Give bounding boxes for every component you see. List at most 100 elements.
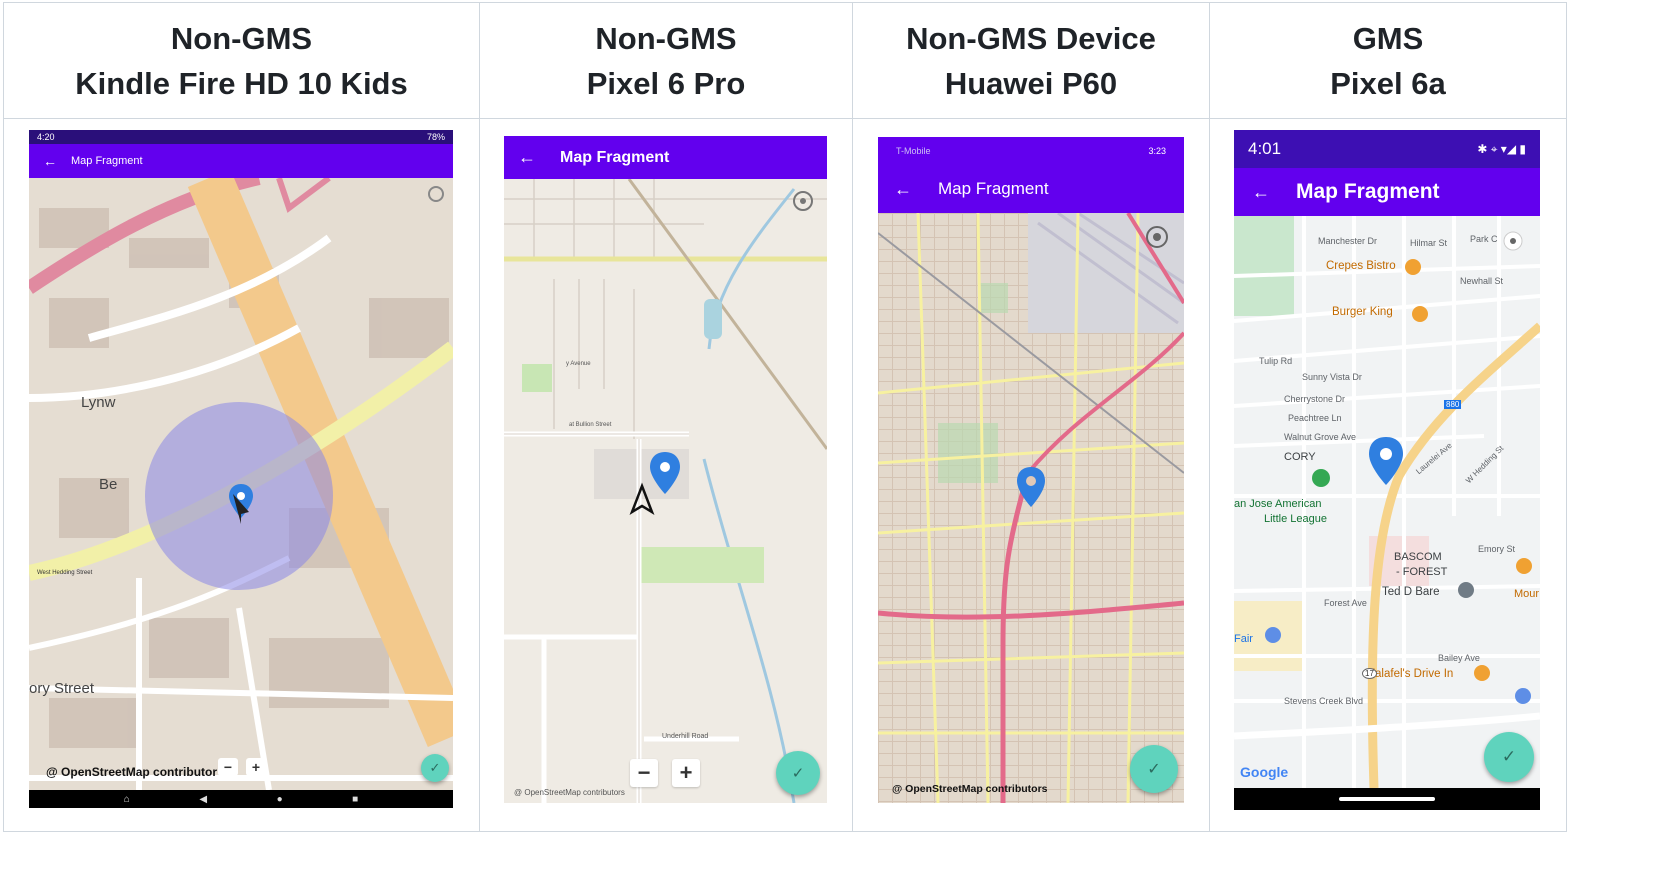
shop-pin-icon-2 (1515, 688, 1531, 704)
restaurant-pin-icon-3 (1474, 665, 1490, 681)
map-label-bascom: BASCOM (1394, 551, 1442, 563)
column-header-huawei: Non-GMS Device Huawei P60 (852, 2, 1210, 119)
nav-home-icon[interactable]: ● (277, 794, 283, 805)
nav-back-icon[interactable]: ◀ (199, 794, 207, 805)
map-label-cherrystone: Cherrystone Dr (1284, 394, 1346, 404)
map-tiles (878, 213, 1184, 803)
pixel6pro-screenshot: ← Map Fragment y Avenue at Bullion Stree… (504, 136, 827, 803)
check-icon: ✓ (791, 765, 805, 782)
app-bar: ← Map Fragment (1234, 168, 1540, 216)
screenshot-row: 4:20 78% ← Map Fragment Lynw Be ory Stre… (3, 118, 1567, 832)
map-attribution: @ OpenStreetMap contributors (514, 788, 625, 797)
zoom-out-button[interactable]: − (630, 759, 658, 787)
map-label-avenue: y Avenue (566, 361, 591, 367)
map-label-tulip: Tulip Rd (1259, 356, 1293, 366)
column-header-pixel6a: GMS Pixel 6a (1209, 2, 1567, 119)
map-view[interactable]: @ OpenStreetMap contributors ✓ (878, 213, 1184, 803)
huawei-cell: T-Mobile 3:23 ← Map Fragment @ OpenStree… (852, 118, 1210, 832)
map-label-underhill: Underhill Road (662, 733, 709, 740)
shield-17-label: 17 (1362, 668, 1377, 679)
map-label-ted-bare: Ted D Bare (1382, 586, 1440, 598)
home-gesture-handle[interactable] (1339, 797, 1435, 801)
column-header-kindle: Non-GMS Kindle Fire HD 10 Kids (3, 2, 480, 119)
app-bar-title: Map Fragment (1296, 180, 1440, 203)
app-bar-title: Map Fragment (560, 148, 670, 166)
pixel6a-screenshot: 4:01 ✱ ⌖ ▾◢ ▮ ← Map Fragment Manchester … (1234, 130, 1540, 810)
header-row: Non-GMS Kindle Fire HD 10 Kids Non-GMS Pix… (3, 2, 1567, 119)
map-label-west-hedding: West Hedding Street (37, 570, 93, 576)
map-label-american-league: an Jose American (1234, 498, 1322, 510)
map-label-be: Be (99, 476, 118, 493)
app-bar-title: Map Fragment (938, 179, 1049, 198)
back-arrow-icon[interactable]: ← (39, 153, 61, 169)
back-arrow-icon[interactable]: ← (516, 147, 538, 168)
map-label-sunny-vista: Sunny Vista Dr (1302, 372, 1362, 382)
park-pin-icon (1312, 469, 1330, 487)
confirm-fab[interactable]: ✓ (1484, 732, 1534, 782)
gesture-nav-bar (1234, 788, 1540, 810)
status-icons: ✱ ⌖ ▾◢ ▮ (1477, 141, 1526, 156)
map-label-hilmar: Hilmar St (1410, 238, 1448, 248)
app-bar: ← Map Fragment (504, 136, 827, 179)
map-label-manchester: Manchester Dr (1318, 236, 1378, 246)
battery-level: 78% (426, 132, 445, 142)
back-arrow-icon[interactable]: ← (892, 179, 914, 200)
pixel6a-cell: 4:01 ✱ ⌖ ▾◢ ▮ ← Map Fragment Manchester … (1209, 118, 1567, 832)
map-attribution: @ OpenStreetMap contributor (46, 765, 218, 779)
home-launcher-icon[interactable]: ⌂ (124, 794, 130, 805)
map-attribution: @ OpenStreetMap contributors (892, 783, 1048, 795)
zoom-in-button[interactable]: + (246, 758, 266, 776)
map-label-forest: - FOREST (1396, 566, 1448, 578)
status-bar: 4:20 78% (29, 130, 453, 144)
back-arrow-icon[interactable]: ← (1250, 182, 1272, 203)
column-header-pixel6pro: Non-GMS Pixel 6 Pro (479, 2, 853, 119)
carrier-label: T-Mobile (896, 146, 931, 156)
map-label-fair: Fair (1234, 633, 1253, 645)
map-label-stevens-creek: Stevens Creek Blvd (1284, 696, 1364, 706)
confirm-fab[interactable]: ✓ (776, 751, 820, 795)
restaurant-pin-icon-2 (1412, 306, 1428, 322)
map-label-peachtree: Peachtree Ln (1288, 413, 1342, 423)
map-label-walnut-grove: Walnut Grove Ave (1284, 432, 1357, 442)
zoom-out-button[interactable]: − (218, 758, 238, 776)
map-label-bailey: Bailey Ave (1438, 653, 1480, 663)
map-label-mour: Mour (1514, 588, 1540, 600)
map-view[interactable]: Manchester Dr Hilmar St Park C Crepes Bi… (1234, 216, 1540, 788)
place-pin-icon (1458, 582, 1474, 598)
google-logo: Google (1240, 764, 1289, 780)
check-icon: ✓ (1501, 747, 1517, 766)
kindle-screenshot: 4:20 78% ← Map Fragment Lynw Be ory Stre… (29, 130, 453, 808)
map-view[interactable]: y Avenue at Bullion Street Underhill Roa… (504, 179, 827, 803)
zoom-in-button[interactable]: + (672, 759, 700, 787)
nav-recents-icon[interactable]: ■ (352, 794, 358, 805)
kindle-cell: 4:20 78% ← Map Fragment Lynw Be ory Stre… (3, 118, 480, 832)
status-time: 4:01 (1248, 139, 1282, 158)
map-tiles (29, 178, 453, 790)
check-icon: ✓ (429, 760, 441, 775)
map-label-burger-king: Burger King (1332, 306, 1393, 318)
confirm-fab[interactable]: ✓ (421, 754, 449, 782)
map-label-bullion: at Bullion Street (569, 422, 612, 428)
map-view[interactable]: Lynw Be ory Street West Hedding Street @… (29, 178, 453, 790)
map-label-crepes-bistro: Crepes Bistro (1326, 260, 1396, 272)
restaurant-pin-icon (1405, 259, 1421, 275)
map-label-falafels: Falafel's Drive In (1368, 668, 1454, 680)
map-label-forest-ave: Forest Ave (1324, 598, 1367, 608)
map-label-cory: CORY (1284, 451, 1316, 463)
map-label-emory: Emory St (1478, 544, 1516, 554)
pixel6pro-cell: ← Map Fragment y Avenue at Bullion Stree… (479, 118, 853, 832)
map-label-lynw: Lynw (81, 394, 116, 411)
app-bar: ← Map Fragment (878, 165, 1184, 213)
shield-880-label: 880 (1444, 400, 1462, 409)
app-bar-title: Map Fragment (71, 155, 143, 167)
huawei-screenshot: T-Mobile 3:23 ← Map Fragment @ OpenStree… (878, 137, 1184, 803)
map-tiles (504, 179, 827, 803)
restaurant-pin-icon-4 (1516, 558, 1532, 574)
status-time: 4:20 (37, 132, 55, 142)
status-bar: 4:01 ✱ ⌖ ▾◢ ▮ (1234, 130, 1540, 168)
map-label-newhall: Newhall St (1460, 276, 1504, 286)
confirm-fab[interactable]: ✓ (1130, 745, 1178, 793)
check-icon: ✓ (1147, 761, 1161, 778)
status-bar: T-Mobile 3:23 (878, 137, 1184, 165)
map-label-little-league: Little League (1264, 513, 1327, 525)
